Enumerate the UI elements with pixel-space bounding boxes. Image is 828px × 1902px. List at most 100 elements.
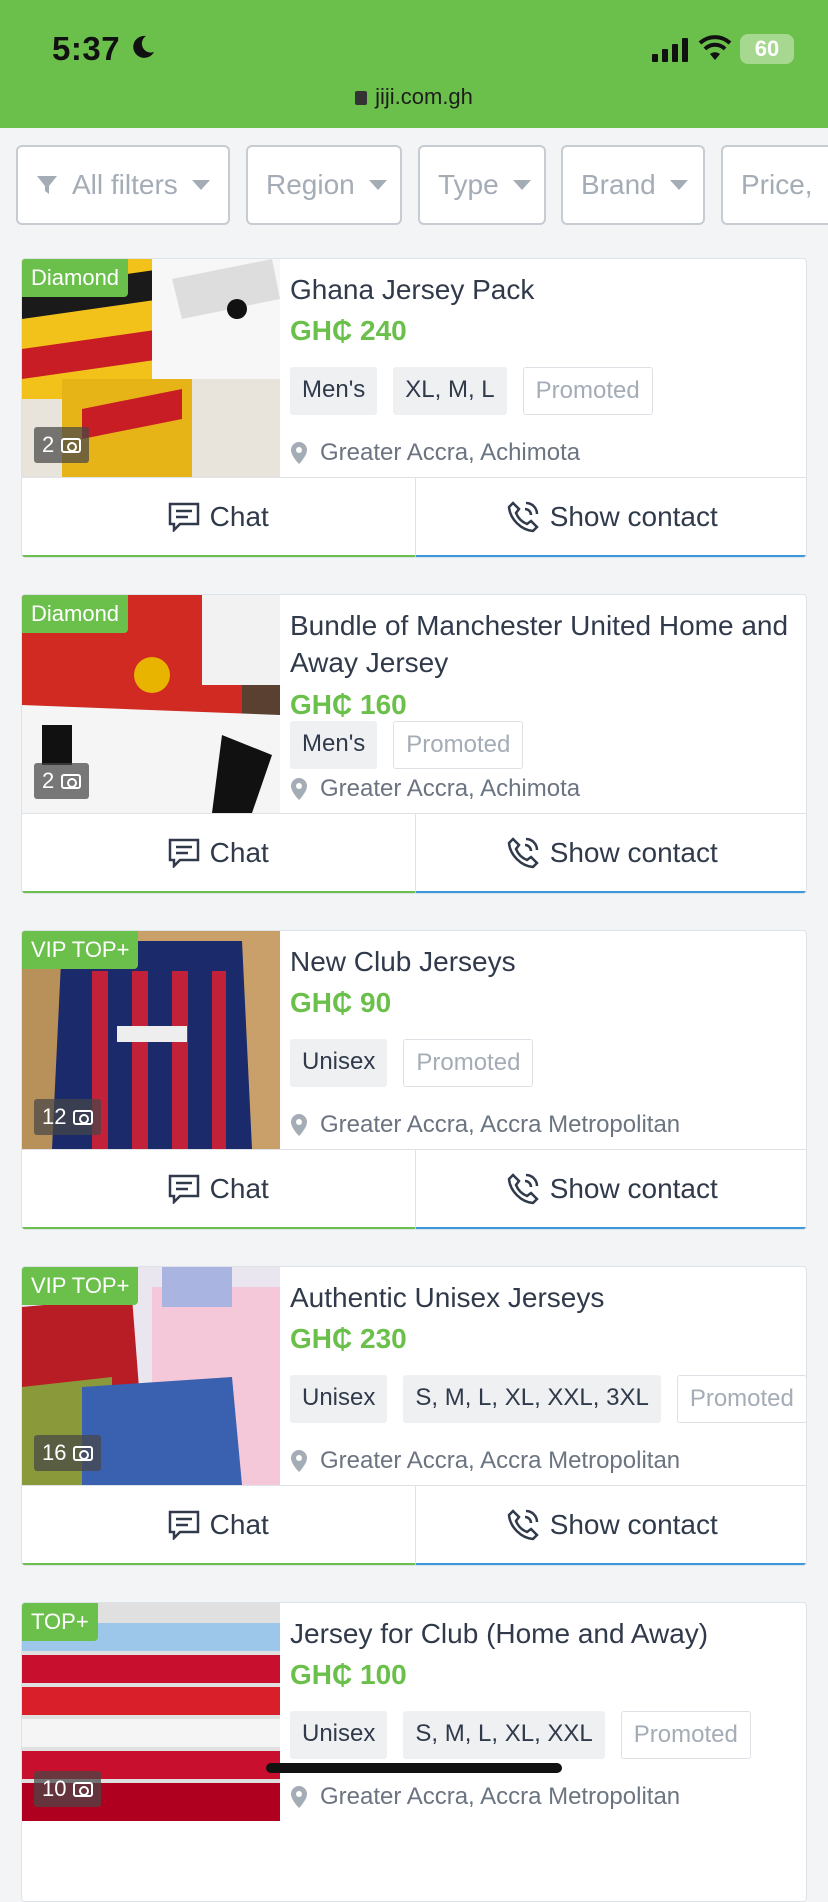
chat-button[interactable]: Chat [22, 478, 416, 557]
listing-photo[interactable]: TOP+ 10 [22, 1603, 280, 1821]
tag-size: S, M, L, XL, XXL [403, 1711, 605, 1759]
listing-price: GH₵ 160 [290, 689, 407, 720]
listing-price: GH₵ 90 [290, 987, 392, 1018]
listing-info: Ghana Jersey Pack GH₵ 240 Men's XL, M, L… [290, 259, 796, 477]
brand-filter[interactable]: Brand [561, 145, 705, 225]
show-contact-button[interactable]: Show contact [415, 478, 806, 557]
price-label: Price, [741, 169, 813, 200]
listing-info: Bundle of Manchester United Home and Awa… [290, 595, 796, 813]
signal-icon [652, 38, 688, 62]
listing-price: GH₵ 100 [290, 1659, 407, 1690]
listing-card[interactable]: Diamond 2 Bundle of Manchester United Ho… [21, 594, 807, 894]
show-contact-button[interactable]: Show contact [415, 814, 806, 893]
show-contact-label: Show contact [549, 1172, 718, 1204]
chat-label: Chat [209, 836, 269, 868]
listing-actions: Chat Show contact [22, 477, 806, 557]
camera-icon [61, 437, 82, 453]
chat-label: Chat [209, 1172, 269, 1204]
listing-tags: Men's XL, M, L Promoted [290, 367, 653, 415]
tier-badge: TOP+ [22, 1603, 98, 1641]
listing-price: GH₵ 230 [290, 1323, 407, 1354]
tier-badge: Diamond [22, 595, 129, 633]
chat-button[interactable]: Chat [22, 1150, 416, 1229]
listing-photo[interactable]: Diamond 2 [22, 595, 280, 813]
listing-title[interactable]: Ghana Jersey Pack [290, 271, 796, 308]
listing-photo[interactable]: VIP TOP+ 12 [22, 931, 280, 1149]
listing-tags: Unisex S, M, L, XL, XXL Promoted [290, 1711, 751, 1759]
tier-badge: VIP TOP+ [22, 931, 139, 969]
battery-indicator: 60 [740, 34, 794, 64]
promoted-tag: Promoted [522, 367, 653, 415]
region-filter[interactable]: Region [246, 145, 402, 225]
chevron-down-icon [368, 180, 387, 190]
promoted-tag: Promoted [393, 721, 524, 769]
chevron-down-icon [191, 180, 210, 190]
tag-gender: Unisex [290, 1375, 388, 1423]
listing-card[interactable]: VIP TOP+ 16 Authentic Unisex Jerseys GH₵… [21, 1266, 807, 1566]
show-contact-button[interactable]: Show contact [415, 1150, 806, 1229]
location-pin-icon [291, 1114, 307, 1136]
address-bar[interactable]: jiji.com.gh [0, 84, 828, 110]
url-text: jiji.com.gh [375, 84, 473, 109]
location-pin-icon [291, 1450, 307, 1472]
show-contact-label: Show contact [549, 500, 718, 532]
photo-count: 2 [42, 768, 55, 793]
location-pin-icon [291, 778, 307, 800]
chat-icon [168, 1174, 199, 1204]
listing-tags: Unisex Promoted [290, 1039, 534, 1087]
listing-price: GH₵ 240 [290, 315, 407, 346]
listing-title[interactable]: New Club Jerseys [290, 943, 796, 980]
listing-location: Greater Accra, Achimota [290, 439, 580, 467]
listing-card[interactable]: VIP TOP+ 12 New Club Jerseys GH₵ 90 Unis… [21, 930, 807, 1230]
tag-size: XL, M, L [393, 367, 507, 415]
location-pin-icon [291, 442, 307, 464]
listing-title[interactable]: Jersey for Club (Home and Away) [290, 1615, 796, 1652]
funnel-icon [37, 176, 57, 194]
chevron-down-icon [512, 180, 531, 190]
listing-actions: Chat Show contact [22, 1149, 806, 1229]
listing-actions: Chat Show contact [22, 1485, 806, 1565]
photo-count: 12 [42, 1104, 67, 1129]
phone-icon [507, 500, 539, 532]
location-text: Greater Accra, Achimota [320, 439, 581, 466]
location-text: Greater Accra, Accra Metropolitan [320, 1783, 681, 1810]
camera-icon [73, 1781, 94, 1797]
all-filters-button[interactable]: All filters [16, 145, 230, 225]
promoted-tag: Promoted [620, 1711, 751, 1759]
listing-tags: Men's Promoted [290, 721, 524, 769]
photo-count-badge: 12 [34, 1099, 102, 1135]
photo-count: 2 [42, 432, 55, 457]
photo-count-badge: 2 [34, 427, 90, 463]
listing-title[interactable]: Authentic Unisex Jerseys [290, 1279, 796, 1316]
show-contact-button[interactable]: Show contact [415, 1486, 806, 1565]
all-filters-label: All filters [72, 169, 178, 200]
chevron-down-icon [669, 180, 688, 190]
listing-info: Jersey for Club (Home and Away) GH₵ 100 … [290, 1603, 796, 1821]
chat-button[interactable]: Chat [22, 814, 416, 893]
phone-icon [507, 836, 539, 868]
home-indicator[interactable] [266, 1763, 562, 1773]
listing-location: Greater Accra, Accra Metropolitan [290, 1111, 680, 1139]
photo-count: 16 [42, 1440, 67, 1465]
phone-icon [507, 1172, 539, 1204]
region-label: Region [266, 169, 355, 200]
brand-label: Brand [581, 169, 656, 200]
photo-count-badge: 2 [34, 763, 90, 799]
photo-count-badge: 16 [34, 1435, 102, 1471]
clock: 5:37 [52, 30, 121, 67]
tag-size: S, M, L, XL, XXL, 3XL [403, 1375, 661, 1423]
listing-location: Greater Accra, Achimota [290, 775, 580, 803]
tag-gender: Men's [290, 367, 378, 415]
type-label: Type [438, 169, 499, 200]
listing-card[interactable]: Diamond 2 Ghana Jersey Pack GH₵ 240 Men'… [21, 258, 807, 558]
location-text: Greater Accra, Achimota [320, 775, 581, 802]
type-filter[interactable]: Type [418, 145, 546, 225]
listing-tags: Unisex S, M, L, XL, XXL, 3XL Promoted [290, 1375, 806, 1423]
listing-photo[interactable]: Diamond 2 [22, 259, 280, 477]
phone-icon [507, 1508, 539, 1540]
listing-card[interactable]: TOP+ 10 Jersey for Club (Home and Away) … [21, 1602, 807, 1902]
listing-photo[interactable]: VIP TOP+ 16 [22, 1267, 280, 1485]
listing-title[interactable]: Bundle of Manchester United Home and Awa… [290, 607, 796, 681]
chat-button[interactable]: Chat [22, 1486, 416, 1565]
price-filter[interactable]: Price, [721, 145, 828, 225]
